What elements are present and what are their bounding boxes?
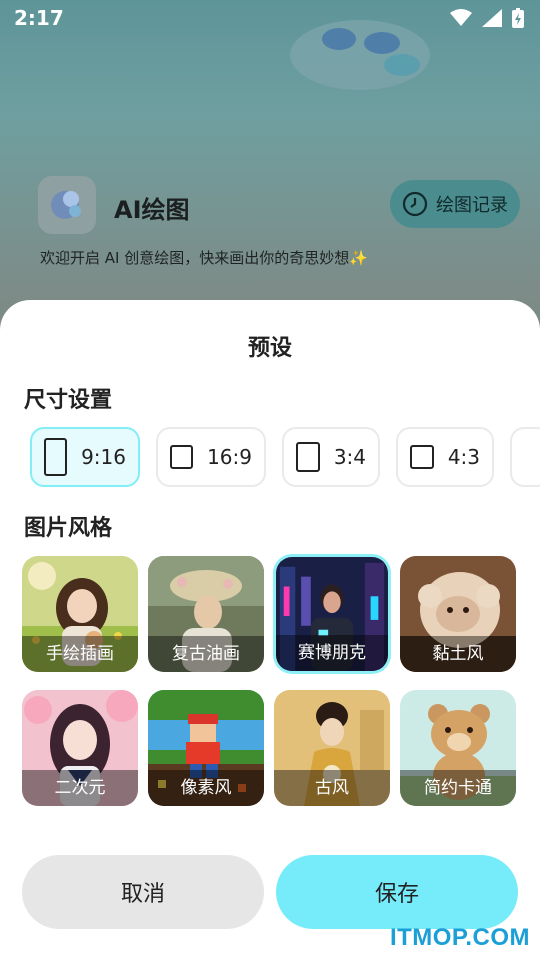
- landscape-ratio-icon: [170, 445, 194, 469]
- watermark: ITMOP.COM: [389, 924, 530, 951]
- battery-icon: [512, 8, 524, 28]
- size-option-label: 4:3: [447, 445, 480, 469]
- size-option-9-16[interactable]: 9:16: [30, 427, 140, 487]
- status-bar: 2:17: [0, 0, 540, 36]
- style-option-simple-cartoon[interactable]: 简约卡通: [400, 690, 516, 806]
- wifi-icon: [450, 9, 472, 26]
- style-label: 简约卡通: [400, 770, 516, 806]
- status-time: 2:17: [14, 6, 64, 30]
- signal-icon: [482, 9, 502, 27]
- size-section-title: 尺寸设置: [24, 388, 113, 413]
- size-option-label: 3:4: [333, 445, 366, 469]
- style-label: 复古油画: [148, 636, 264, 672]
- size-option-4-3[interactable]: 4:3: [396, 427, 494, 487]
- size-option-16-9[interactable]: 16:9: [156, 427, 266, 487]
- size-option-label: 16:9: [207, 445, 252, 469]
- style-label: 二次元: [22, 770, 138, 806]
- style-option-ancient[interactable]: 古风: [274, 690, 390, 806]
- size-options: 9:16 16:9 3:4 4:3: [30, 427, 540, 487]
- size-option-more[interactable]: [510, 427, 540, 487]
- style-grid: 手绘插画 复古油画 赛博朋克 黏土风 二次元 像素风 古风 简约卡通: [22, 556, 522, 806]
- app-logo: [38, 176, 96, 234]
- style-label: 古风: [274, 770, 390, 806]
- style-label: 像素风: [148, 770, 264, 806]
- app-title: AI绘图: [114, 196, 190, 224]
- decor-blob: [384, 54, 420, 76]
- style-label: 黏土风: [400, 636, 516, 672]
- welcome-text: 欢迎开启 AI 创意绘图，快来画出你的奇思妙想✨: [40, 249, 368, 267]
- style-label: 赛博朋克: [276, 635, 388, 671]
- history-button[interactable]: 绘图记录: [390, 180, 520, 228]
- landscape-ratio-icon: [410, 445, 434, 469]
- size-option-3-4[interactable]: 3:4: [282, 427, 380, 487]
- style-option-cyberpunk[interactable]: 赛博朋克: [276, 557, 388, 671]
- style-option-anime[interactable]: 二次元: [22, 690, 138, 806]
- style-section-title: 图片风格: [24, 516, 113, 541]
- history-button-label: 绘图记录: [436, 195, 508, 216]
- style-option-clay[interactable]: 黏土风: [400, 556, 516, 672]
- style-label: 手绘插画: [22, 636, 138, 672]
- size-option-label: 9:16: [81, 445, 126, 469]
- cancel-button[interactable]: 取消: [22, 855, 264, 929]
- preset-sheet: 预设 尺寸设置 9:16 16:9 3:4 4:3 图片风格 手绘插画 复古油画…: [0, 300, 540, 960]
- portrait-ratio-icon: [296, 442, 320, 472]
- style-option-vintage-oil[interactable]: 复古油画: [148, 556, 264, 672]
- sheet-title: 预设: [247, 336, 292, 361]
- clock-icon: [402, 191, 428, 217]
- save-button[interactable]: 保存: [276, 855, 518, 929]
- status-icons: [450, 8, 524, 28]
- style-option-pixel[interactable]: 像素风: [148, 690, 264, 806]
- style-option-hand-drawn[interactable]: 手绘插画: [22, 556, 138, 672]
- portrait-ratio-icon: [44, 438, 68, 476]
